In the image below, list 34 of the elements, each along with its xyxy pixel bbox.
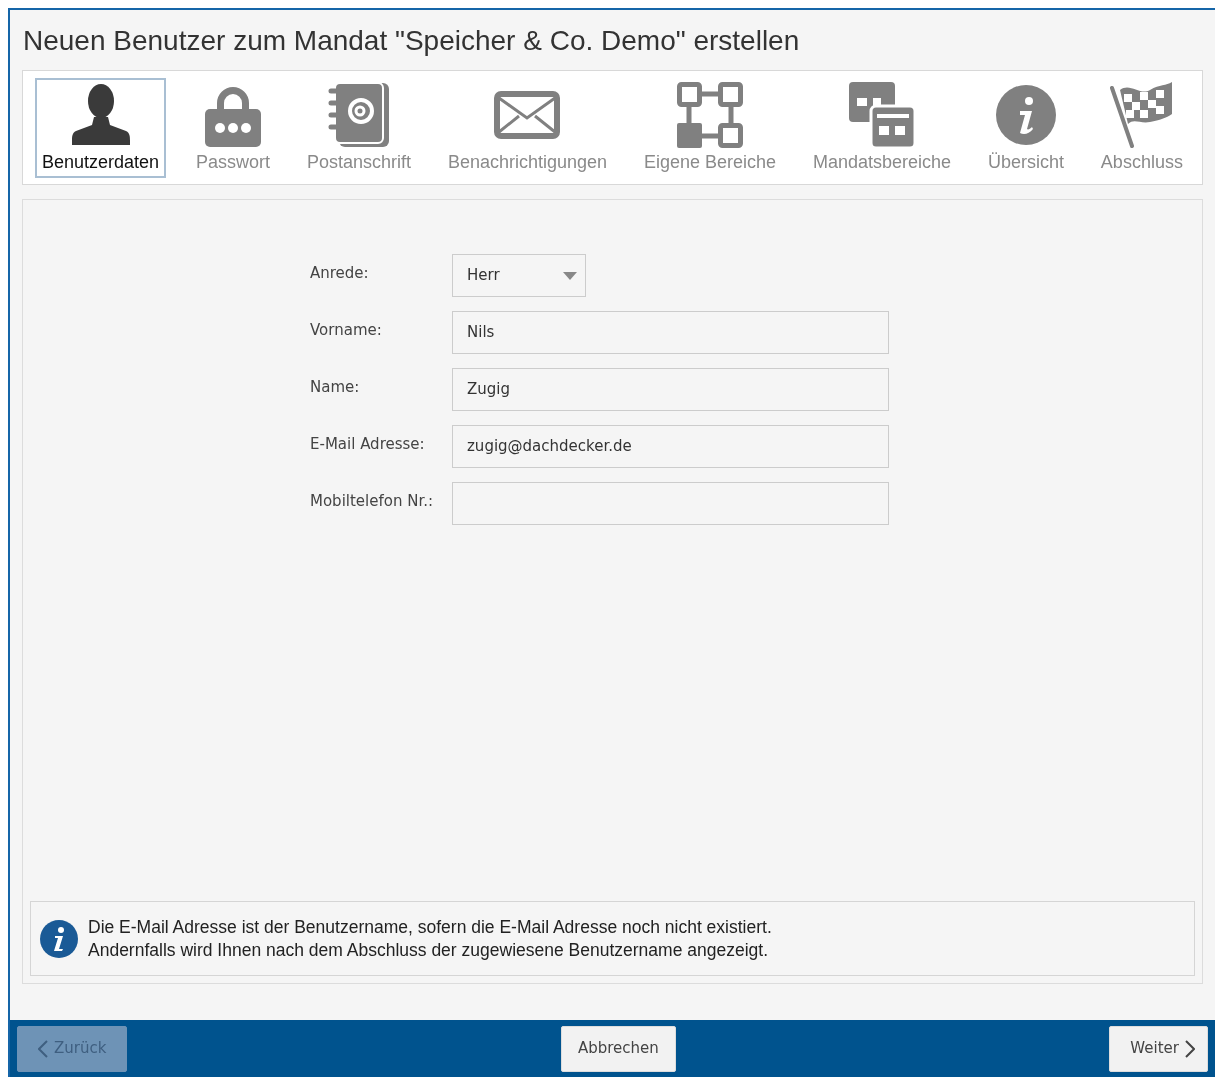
text-input-field[interactable]: Nils: [452, 311, 889, 354]
cancel-button[interactable]: Abbrechen: [560, 1025, 676, 1072]
next-button[interactable]: Weiter: [1109, 1025, 1208, 1072]
chevron-right-icon: [1185, 1039, 1195, 1058]
info-icon: [40, 919, 78, 958]
address-book-icon: [326, 82, 391, 147]
wizard-step-tab[interactable]: Abschluss: [1093, 77, 1190, 178]
connected-squares-icon: [676, 81, 743, 148]
wizard-step-tab[interactable]: Mandatsbereiche: [805, 77, 958, 178]
person-icon: [71, 82, 130, 147]
info-icon: [995, 84, 1056, 145]
windows-icon: [848, 81, 915, 148]
text-input-field[interactable]: Zugig: [452, 368, 889, 411]
info-text: Die E-Mail Adresse ist der Benutzername, sofern die E-Mail Adresse noch nicht existiert.: [88, 915, 772, 939]
wizard-step-tab[interactable]: Passwort: [189, 77, 278, 178]
chevron-left-icon: [38, 1039, 48, 1058]
text-input-field[interactable]: [452, 482, 889, 525]
text-input-field[interactable]: zugig@dachdecker.de: [452, 425, 889, 468]
salutation-dropdown[interactable]: Herr: [452, 254, 586, 297]
wizard-step-tab[interactable]: Eigene Bereiche: [636, 77, 783, 178]
wizard-step-tab[interactable]: Postanschrift: [299, 77, 418, 178]
field-label: E-Mail Adresse:: [310, 434, 426, 455]
field-label: Name:: [310, 377, 361, 398]
info-text: Andernfalls wird Ihnen nach dem Abschluss der zugewiesene Benutzername angezeigt.: [88, 938, 769, 962]
wizard-step-tab[interactable]: Übersicht: [980, 77, 1071, 178]
caret-icon: [563, 271, 577, 280]
wizard-step-tab[interactable]: Benutzerdaten: [35, 77, 167, 178]
window-title: Neuen Benutzer zum Mandat "Speicher & Co. Demo" erstellen: [23, 24, 801, 58]
field-label: Anrede:: [310, 263, 370, 284]
field-label: Mobiltelefon Nr.:: [310, 491, 435, 512]
envelope-icon: [494, 90, 561, 139]
field-label: Vorname:: [310, 320, 383, 341]
checkered-flag-icon: [1109, 81, 1174, 148]
wizard-step-tab[interactable]: Benachrichtigungen: [440, 77, 614, 178]
